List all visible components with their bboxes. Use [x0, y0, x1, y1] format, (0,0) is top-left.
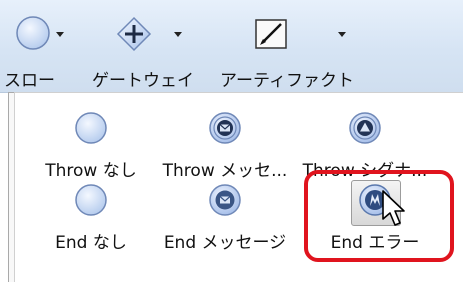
ribbon-button-throw[interactable]: スロー — [4, 6, 84, 91]
gallery-item-label: Throw なし — [45, 161, 137, 181]
artifact-pencil-icon — [255, 19, 287, 49]
ribbon-button-label: ゲートウェイ — [92, 71, 194, 91]
chevron-down-icon[interactable] — [338, 32, 346, 37]
ribbon-bar: スロー ゲートウェイ アーティファクト — [0, 0, 463, 93]
gallery-item-end-message[interactable]: End メッセージ — [160, 182, 290, 268]
gateway-diamond-plus-icon — [116, 16, 152, 52]
ribbon-button-artifact[interactable]: アーティファクト — [214, 6, 364, 91]
throw-none-circle-icon — [75, 112, 107, 144]
gallery-item-label: End なし — [55, 233, 127, 253]
chevron-down-icon[interactable] — [174, 32, 182, 37]
chevron-down-icon[interactable] — [56, 32, 64, 37]
end-message-icon — [209, 184, 241, 216]
ribbon-button-gateway[interactable]: ゲートウェイ — [88, 6, 208, 91]
gallery-item-end-none[interactable]: End なし — [26, 182, 156, 268]
gallery-item-label: End メッセージ — [163, 233, 287, 253]
circle-event-icon — [16, 16, 50, 50]
ribbon-button-label: アーティファクト — [220, 71, 354, 91]
gallery-item-label: Throw メッセ... — [162, 161, 288, 181]
throw-message-icon — [209, 112, 241, 144]
throw-signal-icon — [349, 112, 381, 144]
ribbon-button-label: スロー — [4, 71, 55, 91]
mouse-pointer-icon — [382, 190, 405, 226]
end-none-circle-icon — [75, 184, 107, 216]
annotation-highlight-box — [304, 170, 454, 262]
